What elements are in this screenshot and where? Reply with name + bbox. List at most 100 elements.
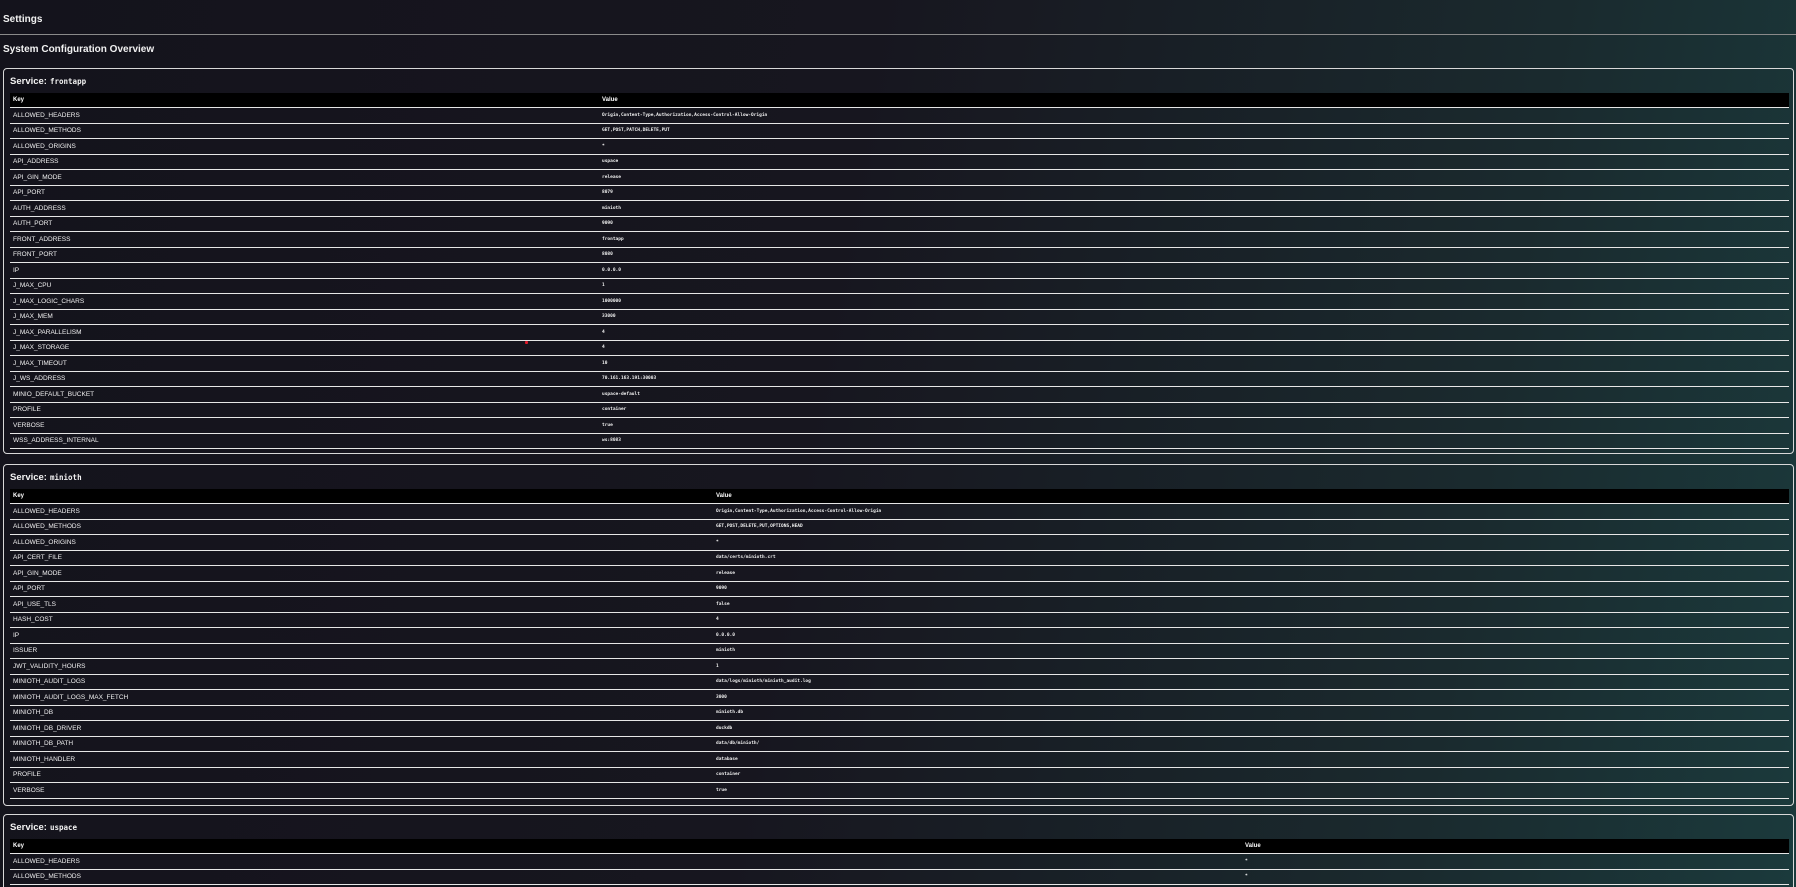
title-divider: [0, 34, 1796, 35]
table-row: IP 0.0.0.0: [10, 262, 1789, 279]
config-value: 1000000: [599, 293, 1789, 310]
table-row: MINIOTH_AUDIT_LOGS data/logs/minioth/mini…: [10, 674, 1789, 690]
config-key: ALLOWED_METHODS: [10, 123, 599, 139]
config-key: MINIOTH_DB_DRIVER: [10, 720, 713, 737]
service-name: uspace: [49, 823, 78, 832]
config-key: AUTH_ADDRESS: [10, 200, 599, 217]
config-key: J_MAX_MEM: [10, 309, 599, 325]
service-heading: Service: uspace: [10, 822, 77, 833]
config-key: MINIO_DEFAULT_BUCKET: [10, 386, 599, 403]
table-row: J_MAX_MEM 33000: [10, 309, 1789, 325]
table-row: MINIOTH_HANDLER database: [10, 751, 1789, 768]
table-row: VERBOSE true: [10, 417, 1789, 434]
table-header-row: Key Value: [10, 489, 1789, 504]
table-row: WSS_ADDRESS_INTERNAL ws:8083: [10, 433, 1789, 449]
config-key: API_GIN_MODE: [10, 565, 713, 582]
table-row: HASH_COST 4: [10, 612, 1789, 628]
config-key: J_MAX_TIMEOUT: [10, 355, 599, 372]
config-value: *: [1242, 869, 1789, 885]
column-header-value: Value: [1242, 839, 1789, 854]
config-value: minioth: [713, 643, 1789, 659]
config-key: API_PORT: [10, 581, 713, 597]
service-card-uspace: Service: uspace Key Value ALLOWED_HEADERS…: [3, 814, 1794, 887]
table-row: MINIOTH_DB minioth.db: [10, 705, 1789, 721]
config-value: frontapp: [599, 231, 1789, 248]
table-row: ALLOWED_METHODS GET,POST,PATCH,DELETE,PUT: [10, 123, 1789, 139]
config-key: J_MAX_PARALLELISM: [10, 324, 599, 341]
config-key: FRONT_PORT: [10, 247, 599, 263]
table-row: API_USE_TLS false: [10, 596, 1789, 613]
config-key: ALLOWED_METHODS: [10, 519, 713, 535]
config-value: 0.0.0.0: [713, 627, 1789, 644]
config-value: true: [713, 782, 1789, 799]
config-table-uspace: Key Value ALLOWED_HEADERS * ALLOWED_METHOD…: [10, 839, 1789, 885]
config-key: ALLOWED_ORIGINS: [10, 534, 713, 551]
service-card-frontapp: Service: frontapp Key Value ALLOWED_HEADE…: [3, 68, 1794, 454]
config-key: IP: [10, 627, 713, 644]
config-key: J_MAX_CPU: [10, 278, 599, 294]
config-value: 9090: [599, 216, 1789, 232]
table-row: AUTH_PORT 9090: [10, 216, 1789, 232]
table-row: AUTH_ADDRESS minioth: [10, 200, 1789, 217]
config-value: 33000: [599, 309, 1789, 325]
config-key: JWT_VALIDITY_HOURS: [10, 658, 713, 675]
config-key: J_MAX_LOGIC_CHARS: [10, 293, 599, 310]
table-row: J_MAX_CPU 1: [10, 278, 1789, 294]
config-key: HASH_COST: [10, 612, 713, 628]
column-header-value: Value: [599, 93, 1789, 108]
config-key: MINIOTH_DB: [10, 705, 713, 721]
config-value: false: [713, 596, 1789, 613]
table-row: API_GIN_MODE release: [10, 565, 1789, 582]
table-row: J_MAX_STORAGE 4: [10, 340, 1789, 356]
table-row: ALLOWED_ORIGINS *: [10, 534, 1789, 551]
config-value: *: [599, 138, 1789, 155]
config-value: container: [713, 767, 1789, 783]
config-table-minioth: Key Value ALLOWED_HEADERS Origin,Content-…: [10, 489, 1789, 799]
config-value: 1: [713, 658, 1789, 675]
config-value: 0.0.0.0: [599, 262, 1789, 279]
config-key: ALLOWED_HEADERS: [10, 107, 599, 124]
config-key: API_PORT: [10, 185, 599, 201]
config-key: MINIOTH_AUDIT_LOGS: [10, 674, 713, 690]
config-key: API_GIN_MODE: [10, 169, 599, 186]
table-row: MINIOTH_AUDIT_LOGS_MAX_FETCH 3000: [10, 689, 1789, 706]
config-value: 8079: [599, 185, 1789, 201]
config-value: 4: [599, 324, 1789, 341]
config-key: MINIOTH_DB_PATH: [10, 736, 713, 752]
config-value: 1: [599, 278, 1789, 294]
config-key: ALLOWED_ORIGINS: [10, 138, 599, 155]
config-value: container: [599, 402, 1789, 418]
config-key: PROFILE: [10, 402, 599, 418]
service-card-minioth: Service: minioth Key Value ALLOWED_HEADER…: [3, 464, 1794, 806]
settings-page: Settings System Configuration Overview S…: [0, 0, 1796, 887]
config-value: release: [713, 565, 1789, 582]
config-key: J_WS_ADDRESS: [10, 371, 599, 387]
table-row: ALLOWED_METHODS *: [10, 869, 1789, 885]
config-key: AUTH_PORT: [10, 216, 599, 232]
config-value: Origin,Content-Type,Authorization,Access…: [713, 503, 1789, 520]
config-value: uspace-default: [599, 386, 1789, 403]
config-key: ISSUER: [10, 643, 713, 659]
table-row: MINIO_DEFAULT_BUCKET uspace-default: [10, 386, 1789, 403]
config-key: VERBOSE: [10, 417, 599, 434]
service-name: minioth: [49, 473, 82, 482]
config-key: VERBOSE: [10, 782, 713, 799]
column-header-key: Key: [10, 489, 713, 504]
config-value: Origin,Content-Type,Authorization,Access…: [599, 107, 1789, 124]
config-key: ALLOWED_HEADERS: [10, 503, 713, 520]
config-value: data/certs/minioth.crt: [713, 550, 1789, 566]
table-row: FRONT_PORT 8080: [10, 247, 1789, 263]
config-value: 4: [713, 612, 1789, 628]
service-heading-prefix: Service:: [10, 822, 47, 833]
table-row: API_GIN_MODE release: [10, 169, 1789, 186]
table-row: API_ADDRESS uspace: [10, 154, 1789, 170]
config-value: GET,POST,DELETE,PUT,OPTIONS,HEAD: [713, 519, 1789, 535]
config-value: duckdb: [713, 720, 1789, 737]
config-value: 8080: [599, 247, 1789, 263]
mouse-cursor-marker: [525, 341, 528, 344]
table-row: API_CERT_FILE data/certs/minioth.crt: [10, 550, 1789, 566]
table-row: FRONT_ADDRESS frontapp: [10, 231, 1789, 248]
config-key: API_CERT_FILE: [10, 550, 713, 566]
table-row: ALLOWED_HEADERS *: [10, 853, 1789, 870]
config-value: minioth.db: [713, 705, 1789, 721]
